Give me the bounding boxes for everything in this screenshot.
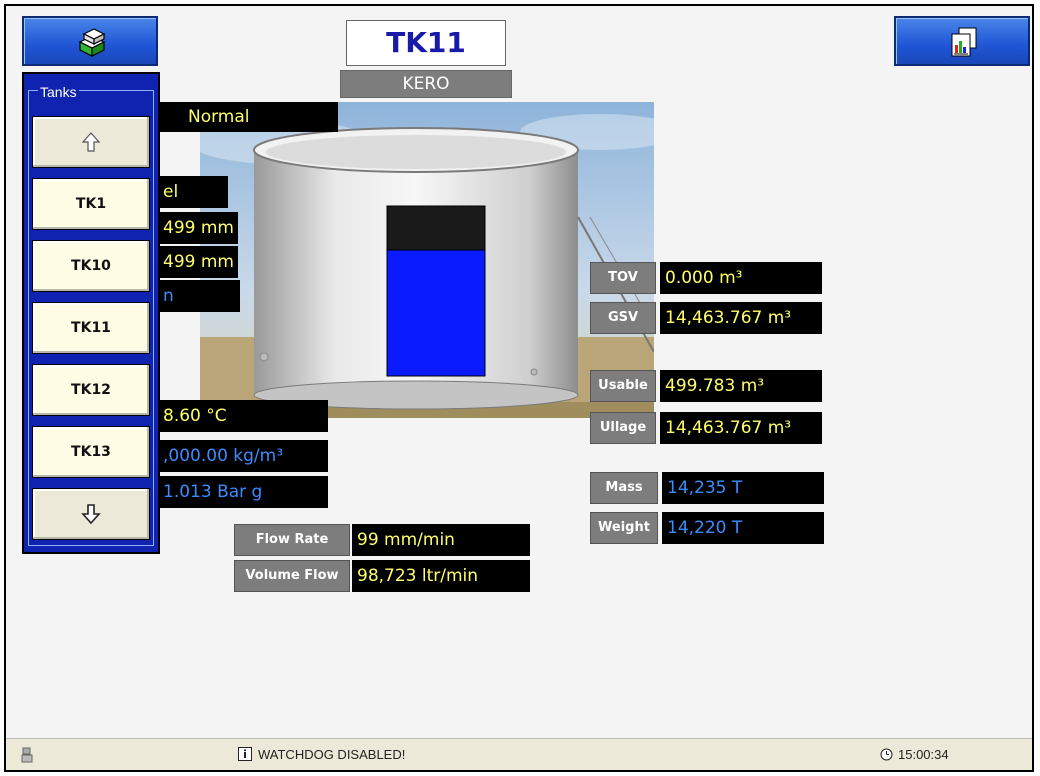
stacked-boxes-icon (78, 28, 106, 57)
mass-label: Mass (590, 472, 658, 504)
scroll-up-button[interactable] (32, 116, 150, 168)
level-label-fragment: el (158, 176, 228, 208)
level-value-1: 499 mm (158, 212, 238, 244)
scroll-down-button[interactable] (32, 488, 150, 540)
tank-button-tk10[interactable]: TK10 (32, 240, 150, 292)
tank-liquid-level (386, 249, 486, 377)
mass-value: 14,235 T (662, 472, 824, 504)
arrow-up-icon (81, 132, 101, 152)
tanks-legend: Tanks (38, 84, 79, 100)
status-message: WATCHDOG DISABLED! (258, 747, 406, 762)
level-value-2: 499 mm (158, 246, 238, 278)
tank-button-tk11[interactable]: TK11 (32, 302, 150, 354)
tank-detail-screen: TK11 KERO Normal el 499 mm 499 mm n 8.60… (4, 4, 1034, 772)
tov-value: 0.000 m³ (660, 262, 822, 294)
clock-icon (880, 748, 893, 761)
gsv-value: 14,463.767 m³ (660, 302, 822, 334)
tank-button-tk13[interactable]: TK13 (32, 426, 150, 478)
status-clock: 15:00:34 (898, 747, 949, 762)
pressure-value: 1.013 Bar g (158, 476, 328, 508)
temperature-value: 8.60 °C (158, 400, 328, 432)
tank-button-tk1[interactable]: TK1 (32, 178, 150, 230)
density-value: ,000.00 kg/m³ (158, 440, 328, 472)
app-frame: TK11 KERO Normal el 499 mm 499 mm n 8.60… (0, 0, 1040, 776)
status-bar: WATCHDOG DISABLED! 15:00:34 (6, 738, 1032, 770)
report-button[interactable] (894, 16, 1030, 66)
volume-flow-value: 98,723 ltr/min (352, 560, 530, 592)
tank-status: Normal (158, 102, 338, 132)
ullage-value: 14,463.767 m³ (660, 412, 822, 444)
tank-title: TK11 (346, 20, 506, 66)
flow-rate-label: Flow Rate (234, 524, 350, 556)
home-button[interactable] (22, 16, 158, 66)
readout-fragment: n (158, 280, 240, 312)
volume-flow-label: Volume Flow (234, 560, 350, 592)
weight-label: Weight (590, 512, 658, 544)
tank-image (200, 102, 654, 418)
info-icon (238, 747, 252, 761)
usable-label: Usable (590, 370, 656, 402)
gsv-label: GSV (590, 302, 656, 334)
report-chart-icon (951, 27, 977, 57)
usable-value: 499.783 m³ (660, 370, 822, 402)
user-icon (21, 747, 33, 763)
tank-button-tk12[interactable]: TK12 (32, 364, 150, 416)
tank-illustration (200, 102, 654, 418)
weight-value: 14,220 T (662, 512, 824, 544)
product-label: KERO (340, 70, 512, 98)
arrow-down-icon (81, 504, 101, 525)
tov-label: TOV (590, 262, 656, 294)
tanks-panel: Tanks TK1 TK10 TK11 TK12 TK13 (22, 72, 160, 554)
flow-rate-value: 99 mm/min (352, 524, 530, 556)
ullage-label: Ullage (590, 412, 656, 444)
